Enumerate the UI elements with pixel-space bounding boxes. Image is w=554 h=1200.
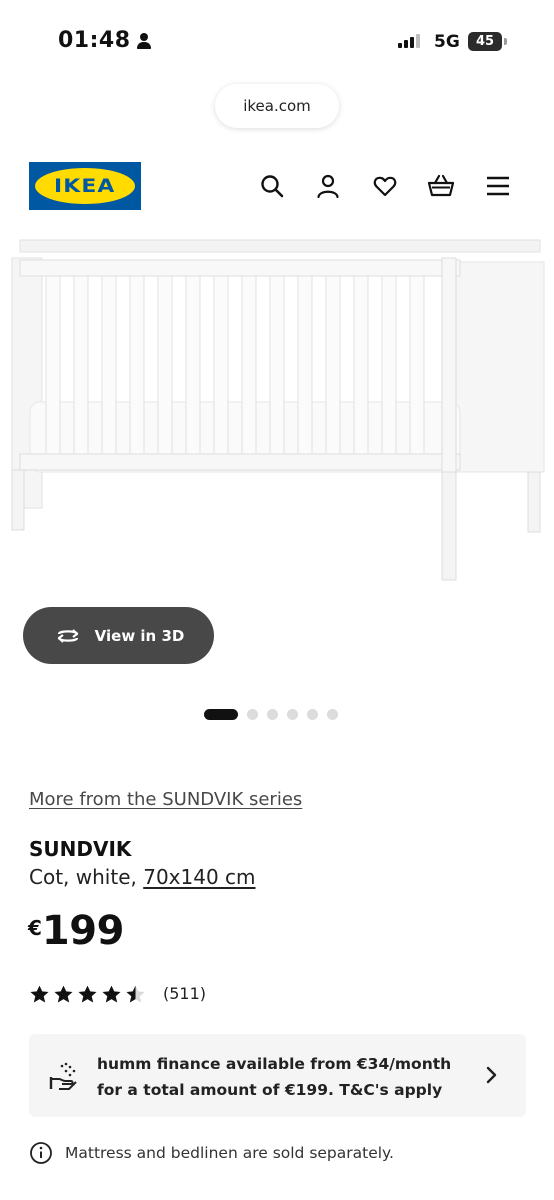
finance-text: humm finance available from €34/month fo… bbox=[97, 1051, 477, 1103]
search-icon[interactable] bbox=[258, 172, 286, 200]
network-type: 5G bbox=[434, 32, 460, 52]
info-note-text: Mattress and bedlinen are sold separatel… bbox=[65, 1144, 394, 1162]
star-half-icon bbox=[126, 985, 145, 1003]
rating-stars[interactable] bbox=[29, 984, 146, 1004]
status-time-text: 01:48 bbox=[58, 28, 131, 53]
finance-banner[interactable]: humm finance available from €34/month fo… bbox=[29, 1034, 526, 1117]
status-time: 01:48 bbox=[58, 28, 151, 53]
cellular-signal-icon bbox=[398, 34, 420, 48]
gallery-dot[interactable] bbox=[287, 709, 298, 720]
gallery-dot[interactable] bbox=[267, 709, 278, 720]
price-currency: € bbox=[28, 916, 42, 940]
view-in-3d-button[interactable]: View in 3D bbox=[23, 607, 214, 664]
url-bar[interactable]: ikea.com bbox=[215, 84, 339, 128]
logo-oval: IKEA bbox=[35, 168, 135, 204]
battery-level: 45 bbox=[475, 34, 495, 49]
gallery-pagination[interactable] bbox=[204, 709, 338, 720]
price-amount: 199 bbox=[41, 908, 125, 954]
star-full-icon bbox=[78, 985, 97, 1003]
ikea-logo[interactable]: IKEA bbox=[29, 162, 141, 210]
info-note: Mattress and bedlinen are sold separatel… bbox=[29, 1141, 394, 1165]
star-full-icon bbox=[30, 985, 49, 1003]
account-icon[interactable] bbox=[314, 172, 342, 200]
review-count[interactable]: (511) bbox=[163, 984, 206, 1003]
product-image-cot[interactable] bbox=[0, 232, 554, 592]
finance-hand-icon bbox=[49, 1062, 77, 1090]
product-price: € 199 bbox=[28, 908, 124, 954]
finance-line-2: for a total amount of €199. T&C's apply bbox=[97, 1081, 443, 1099]
info-icon bbox=[30, 1142, 52, 1164]
menu-icon[interactable] bbox=[484, 172, 512, 200]
product-type: Cot, white, bbox=[29, 865, 144, 889]
product-description: Cot, white, 70x140 cm bbox=[29, 865, 256, 889]
favourites-icon[interactable] bbox=[371, 172, 399, 200]
product-name: SUNDVIK bbox=[29, 837, 132, 861]
battery-tip bbox=[504, 38, 507, 45]
gallery-dot[interactable] bbox=[307, 709, 318, 720]
gallery-dot-active[interactable] bbox=[204, 709, 238, 720]
rotate-3d-icon bbox=[57, 628, 78, 643]
finance-line-1: humm finance available from €34/month bbox=[97, 1055, 452, 1073]
url-text: ikea.com bbox=[243, 97, 311, 115]
star-full-icon bbox=[102, 985, 121, 1003]
series-link[interactable]: More from the SUNDVIK series bbox=[29, 789, 302, 810]
logo-text: IKEA bbox=[54, 175, 116, 197]
view-in-3d-label: View in 3D bbox=[94, 626, 185, 645]
gallery-dot[interactable] bbox=[327, 709, 338, 720]
chevron-right-icon bbox=[486, 1066, 497, 1084]
star-full-icon bbox=[54, 985, 73, 1003]
person-icon bbox=[136, 32, 151, 49]
gallery-dot[interactable] bbox=[247, 709, 258, 720]
battery-icon: 45 bbox=[468, 32, 502, 51]
basket-icon[interactable] bbox=[427, 172, 455, 200]
size-link[interactable]: 70x140 cm bbox=[143, 865, 255, 889]
